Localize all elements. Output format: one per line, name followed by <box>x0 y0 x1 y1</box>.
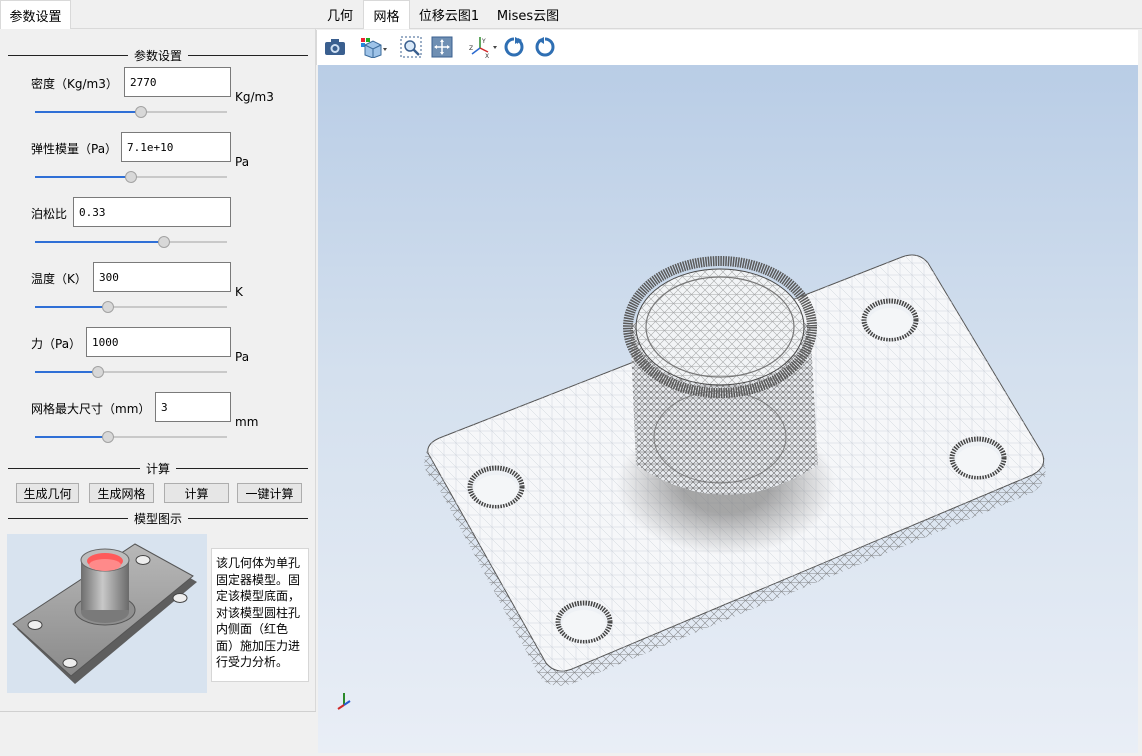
view-tabbar: 几何 网格 位移云图1 Mises云图 <box>316 0 1142 29</box>
force-slider[interactable] <box>35 366 227 378</box>
density-unit: Kg/m3 <box>235 90 274 104</box>
temperature-unit: K <box>235 285 243 299</box>
one-click-compute-button[interactable]: 一键计算 <box>237 483 302 503</box>
tab-mesh-label: 网格 <box>373 9 400 25</box>
mesh-size-label: 网格最大尺寸（mm） <box>31 402 151 416</box>
compute-group-title: 计算 <box>8 461 309 476</box>
zoom-window-icon[interactable] <box>398 34 424 60</box>
hole-front-left <box>467 465 525 509</box>
left-panel: 参数设置 参数设置 密度（Kg/m3） 2770 Kg/m3 弹性模量（Pa） … <box>0 0 316 756</box>
density-slider[interactable] <box>35 106 227 118</box>
generate-geometry-button[interactable]: 生成几何 <box>16 483 79 503</box>
density-label: 密度（Kg/m3） <box>31 77 118 91</box>
slider-thumb[interactable] <box>157 236 170 248</box>
density-input[interactable]: 2770 <box>124 67 231 97</box>
svg-text:X: X <box>485 53 489 59</box>
fit-all-icon[interactable] <box>429 34 455 60</box>
axis-orientation-icon[interactable]: Y Z X <box>469 34 499 60</box>
temperature-label: 温度（K） <box>31 272 87 286</box>
tab-mises[interactable]: Mises云图 <box>488 0 568 29</box>
tab-params[interactable]: 参数设置 <box>0 0 71 29</box>
mesh-size-unit: mm <box>235 415 259 429</box>
tab-mises-label: Mises云图 <box>496 9 560 24</box>
hole-front-right <box>555 600 613 644</box>
slider-thumb[interactable] <box>92 366 105 378</box>
camera-icon[interactable] <box>322 34 348 60</box>
mesh-viewport[interactable] <box>318 65 1138 753</box>
view-cube-icon[interactable] <box>359 34 389 60</box>
compute-group-label: 计算 <box>146 461 171 476</box>
tab-params-label: 参数设置 <box>9 9 62 25</box>
model-preview-image <box>7 534 207 693</box>
force-unit: Pa <box>235 350 250 364</box>
tab-geometry-label: 几何 <box>326 9 353 24</box>
status-area <box>0 711 316 756</box>
mesh-model <box>337 254 1046 710</box>
right-edge <box>1138 30 1142 756</box>
slider-thumb[interactable] <box>125 171 137 183</box>
force-input[interactable]: 1000 <box>86 327 231 357</box>
svg-text:Y: Y <box>481 38 486 45</box>
params-group-label: 参数设置 <box>134 48 183 63</box>
temperature-slider[interactable] <box>35 301 227 313</box>
slider-thumb[interactable] <box>101 431 114 443</box>
tab-geometry[interactable]: 几何 <box>318 0 362 29</box>
poisson-label: 泊松比 <box>31 207 68 221</box>
axis-triad <box>337 693 351 710</box>
mesh-size-slider[interactable] <box>35 431 227 443</box>
force-label: 力（Pa） <box>31 337 82 351</box>
model-description: 该几何体为单孔固定器模型。固定该模型底面，对该模型圆柱孔内侧面（红色面）施加压力… <box>211 548 309 682</box>
svg-text:Z: Z <box>469 45 473 52</box>
mesh-size-input[interactable]: 3 <box>155 392 231 422</box>
hole-back-right <box>949 436 1007 480</box>
viewer-toolbar: Y Z X <box>316 30 1138 65</box>
slider-thumb[interactable] <box>101 301 114 313</box>
compute-button[interactable]: 计算 <box>164 483 229 503</box>
params-group-title: 参数设置 <box>8 48 309 63</box>
poisson-slider[interactable] <box>35 236 227 248</box>
temperature-input[interactable]: 300 <box>93 262 231 292</box>
generate-mesh-button[interactable]: 生成网格 <box>89 483 154 503</box>
modulus-unit: Pa <box>235 155 250 169</box>
cylinder-boss <box>623 256 818 495</box>
rotate-cw-icon[interactable] <box>501 34 527 60</box>
modulus-input[interactable]: 7.1e+10 <box>121 132 231 162</box>
poisson-input[interactable]: 0.33 <box>73 197 231 227</box>
tab-mesh[interactable]: 网格 <box>363 0 410 29</box>
slider-thumb[interactable] <box>134 106 147 118</box>
model-group-label: 模型图示 <box>134 511 183 526</box>
modulus-label: 弹性模量（Pa） <box>31 142 118 156</box>
tab-displacement[interactable]: 位移云图1 <box>411 0 487 29</box>
tab-displacement-label: 位移云图1 <box>418 9 480 24</box>
left-tabbar: 参数设置 <box>0 0 316 29</box>
modulus-slider[interactable] <box>35 171 227 183</box>
model-group-title: 模型图示 <box>8 511 309 526</box>
rotate-ccw-icon[interactable] <box>532 34 558 60</box>
hole-back-left <box>861 298 919 342</box>
